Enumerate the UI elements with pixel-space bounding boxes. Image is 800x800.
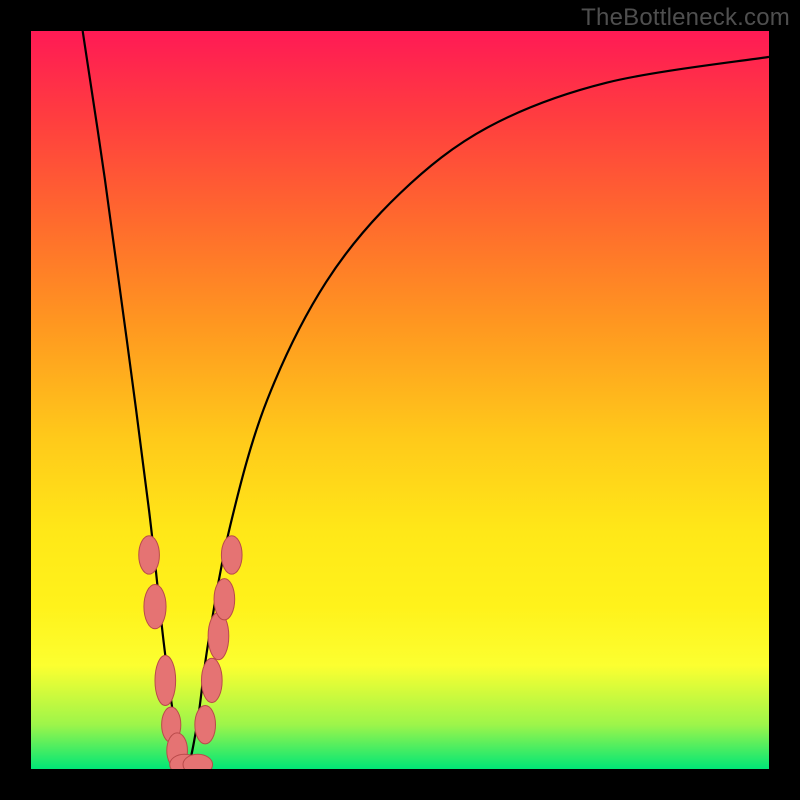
bottleneck-curve xyxy=(83,31,769,769)
data-point xyxy=(201,658,222,702)
data-point xyxy=(214,579,235,620)
watermark-text: TheBottleneck.com xyxy=(581,4,790,32)
data-point xyxy=(155,655,176,705)
chart-frame: TheBottleneck.com xyxy=(0,0,800,800)
data-point xyxy=(221,536,242,574)
plot-area xyxy=(31,31,769,769)
data-point xyxy=(144,585,166,629)
data-point xyxy=(195,706,216,744)
data-point-group xyxy=(139,536,242,769)
data-point xyxy=(139,536,160,574)
bottleneck-curve-svg xyxy=(31,31,769,769)
